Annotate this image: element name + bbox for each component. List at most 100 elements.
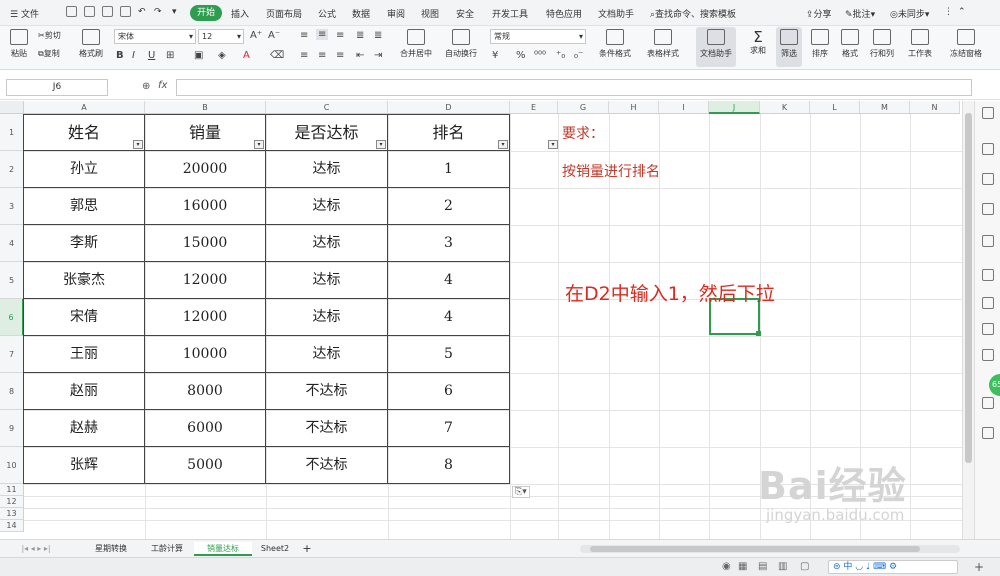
normal-view-icon[interactable]: ▦ <box>738 561 747 572</box>
row-header-3[interactable]: 3 <box>0 188 24 225</box>
tab-formula[interactable]: 公式 <box>318 7 336 20</box>
tab-data[interactable]: 数据 <box>352 7 370 20</box>
preview-icon[interactable] <box>120 6 131 17</box>
side-help-icon[interactable] <box>982 349 994 361</box>
align-bottom-icon[interactable]: ≡ <box>336 30 344 41</box>
sync-status[interactable]: ◎未同步▾ <box>890 7 929 20</box>
table-cell[interactable]: 达标 <box>266 151 388 188</box>
select-all-corner[interactable] <box>0 101 24 114</box>
table-cell[interactable]: 10000 <box>145 336 266 373</box>
table-cell[interactable]: 达标 <box>266 225 388 262</box>
row-header-13[interactable]: 13 <box>0 508 24 520</box>
col-header-h[interactable]: H <box>609 101 659 114</box>
col-header-m[interactable]: M <box>860 101 910 114</box>
sheet-tab-weekday[interactable]: 星期转换 <box>82 542 140 556</box>
table-cell[interactable]: 张豪杰 <box>24 262 145 299</box>
row-header-12[interactable]: 12 <box>0 496 24 508</box>
side-property-icon[interactable] <box>982 323 994 335</box>
page-layout-view-icon[interactable]: ▤ <box>758 561 767 572</box>
align-left-icon[interactable]: ≡ <box>300 50 308 61</box>
table-cell[interactable]: 不达标 <box>266 373 388 410</box>
row-header-14[interactable]: 14 <box>0 520 24 532</box>
currency-button[interactable]: ¥ <box>492 50 498 61</box>
side-select-icon[interactable] <box>982 107 994 119</box>
row-col-button[interactable]: 行和列 <box>868 29 896 59</box>
table-cell[interactable]: 达标 <box>266 188 388 225</box>
filter-dropdown-icon[interactable]: ▾ <box>498 140 508 149</box>
tab-start[interactable]: 开始 <box>190 5 222 21</box>
print-icon[interactable] <box>102 6 113 17</box>
table-style-button[interactable]: 表格样式 <box>644 29 682 59</box>
row-header-2[interactable]: 2 <box>0 151 24 188</box>
table-header-cell[interactable]: 是否达标 <box>266 114 388 151</box>
fx-icon[interactable]: fx <box>158 80 167 91</box>
row-header-6[interactable]: 6 <box>0 299 24 336</box>
format-painter-button[interactable]: 格式刷 <box>78 29 104 59</box>
tab-view[interactable]: 视图 <box>421 7 439 20</box>
tab-page-layout[interactable]: 页面布局 <box>266 7 302 20</box>
add-sheet-button[interactable]: + <box>300 542 314 556</box>
redo-icon[interactable]: ↷ <box>154 7 162 17</box>
table-cell[interactable]: 15000 <box>145 225 266 262</box>
table-cell[interactable]: 达标 <box>266 336 388 373</box>
table-cell[interactable]: 达标 <box>266 262 388 299</box>
table-cell[interactable]: 4 <box>388 262 510 299</box>
row-header-5[interactable]: 5 <box>0 262 24 299</box>
font-grow-icon[interactable]: A⁺ <box>250 30 262 41</box>
row-header-1[interactable]: 1 <box>0 114 24 151</box>
col-header-i[interactable]: I <box>659 101 709 114</box>
doc-helper-button[interactable]: 文档助手 <box>696 27 736 67</box>
zoom-formula-icon[interactable]: ⊕ <box>142 81 150 92</box>
save-icon[interactable] <box>66 6 77 17</box>
row-header-4[interactable]: 4 <box>0 225 24 262</box>
table-cell[interactable]: 孙立 <box>24 151 145 188</box>
indent-increase-icon[interactable]: ⇥ <box>374 50 382 61</box>
eraser-icon[interactable]: ⌫ <box>270 50 284 61</box>
col-header-a[interactable]: A <box>24 101 145 114</box>
table-cell[interactable]: 5 <box>388 336 510 373</box>
row-header-8[interactable]: 8 <box>0 373 24 410</box>
col-header-b[interactable]: B <box>145 101 266 114</box>
decimal-increase-icon[interactable]: ⁺₀ <box>556 50 565 61</box>
tab-developer[interactable]: 开发工具 <box>492 7 528 20</box>
name-box[interactable]: J6 <box>6 79 108 96</box>
side-style-icon[interactable] <box>982 143 994 155</box>
table-cell[interactable]: 不达标 <box>266 410 388 447</box>
wrap-text-button[interactable]: 自动换行 <box>442 29 480 59</box>
export-icon[interactable] <box>84 6 95 17</box>
table-cell[interactable]: 宋倩 <box>24 299 145 336</box>
table-cell[interactable]: 6 <box>388 373 510 410</box>
freeze-panes-button[interactable]: 冻结窗格 <box>946 29 986 59</box>
sheet-nav-arrows[interactable]: |◂ ◂ ▸ ▸| <box>6 542 66 556</box>
col-header-d[interactable]: D <box>388 101 510 114</box>
col-header-n[interactable]: N <box>910 101 960 114</box>
table-cell[interactable]: 3 <box>388 225 510 262</box>
table-cell[interactable]: 1 <box>388 151 510 188</box>
tab-review[interactable]: 审阅 <box>387 7 405 20</box>
number-format-select[interactable]: 常规 ▾ <box>490 29 586 44</box>
merge-center-button[interactable]: 合并居中 <box>396 29 436 59</box>
filter-dropdown-icon[interactable]: ▾ <box>376 140 386 149</box>
undo-icon[interactable]: ↶ <box>138 7 146 17</box>
tab-insert[interactable]: 插入 <box>231 7 249 20</box>
decimal-decrease-icon[interactable]: ₀⁻ <box>574 50 583 61</box>
table-header-cell[interactable]: 排名 <box>388 114 510 151</box>
table-cell[interactable]: 不达标 <box>266 447 388 484</box>
tab-security[interactable]: 安全 <box>456 7 474 20</box>
paste-button[interactable]: 粘贴 <box>8 29 30 59</box>
table-cell[interactable]: 郭思 <box>24 188 145 225</box>
page-break-view-icon[interactable]: ▥ <box>778 561 787 572</box>
table-cell[interactable]: 5000 <box>145 447 266 484</box>
side-shape-icon[interactable] <box>982 203 994 215</box>
filter-dropdown-icon[interactable]: ▾ <box>254 140 264 149</box>
thousands-icon[interactable]: ⁰⁰⁰ <box>534 50 546 61</box>
side-document-icon[interactable] <box>982 269 994 281</box>
align-center-icon[interactable]: ≡ <box>318 50 326 61</box>
table-header-cell[interactable]: 姓名 <box>24 114 145 151</box>
col-header-e[interactable]: E <box>510 101 558 114</box>
align-right-icon[interactable]: ≡ <box>336 50 344 61</box>
table-cell[interactable]: 8 <box>388 447 510 484</box>
col-header-k[interactable]: K <box>760 101 810 114</box>
table-cell[interactable]: 张辉 <box>24 447 145 484</box>
col-header-j[interactable]: J <box>709 101 760 114</box>
